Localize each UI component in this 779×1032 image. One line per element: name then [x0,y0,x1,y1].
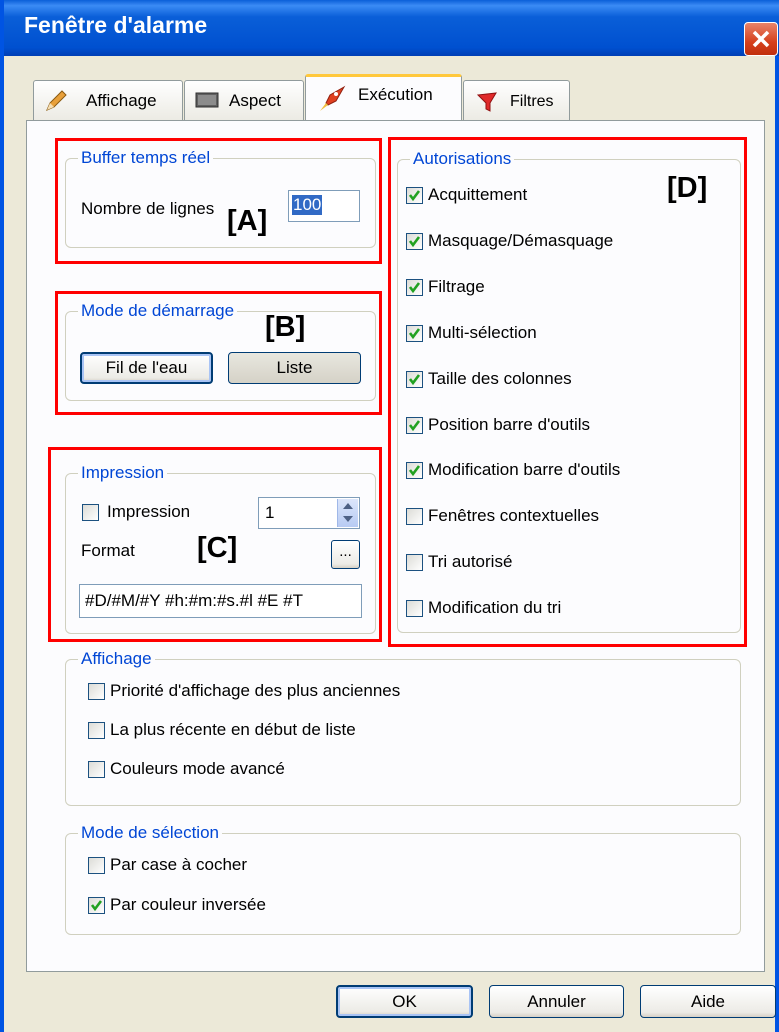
annotation-label-b: [B] [265,311,306,343]
funnel-icon [476,92,497,112]
annotation-label-d: [D] [667,172,708,204]
checkbox-label: Couleurs mode avancé [110,759,285,778]
pencil-icon [46,90,67,111]
checkbox[interactable] [88,897,105,914]
checkbox[interactable] [88,857,105,874]
annotation-label-a: [A] [227,205,268,237]
checkbox-label: Par couleur inversée [110,895,266,914]
checkbox-label: Priorité d'affichage des plus anciennes [110,681,401,700]
checkbox-label: Par case à cocher [110,855,248,874]
tab-filtres[interactable]: Filtres [463,80,570,120]
checkbox[interactable] [88,722,105,739]
close-button[interactable] [744,22,778,56]
tab-affichage-label: Affichage [86,91,157,110]
display-legend: Affichage [78,649,155,669]
alarm-window: Fenêtre d'alarme Affichage Aspect Exécut… [0,0,779,1032]
annotation-box-b [55,291,382,415]
tab-execution-label: Exécution [358,85,433,104]
cancel-button[interactable]: Annuler [489,985,624,1018]
ok-button[interactable]: OK [336,985,473,1018]
checkbox-label: La plus récente en début de liste [110,720,356,739]
rocket-icon [320,85,346,111]
monitor-icon [195,92,219,108]
ok-label: OK [392,992,417,1011]
tab-affichage[interactable]: Affichage [33,80,183,120]
tab-execution[interactable]: Exécution [305,74,462,120]
selection-group: Mode de sélection Par case à cocher Par c… [65,823,741,935]
checkbox[interactable] [88,683,105,700]
cancel-label: Annuler [527,992,586,1011]
display-group: Affichage Priorité d'affichage des plus … [65,649,741,806]
selection-legend: Mode de sélection [78,823,222,843]
tab-aspect-label: Aspect [229,91,281,110]
annotation-box-a [55,138,382,264]
help-label: Aide [690,992,726,1011]
tab-filtres-label: Filtres [510,93,554,110]
window-title: Fenêtre d'alarme [24,12,208,38]
checkmark-icon [90,900,103,912]
annotation-box-d [388,137,747,647]
checkbox[interactable] [88,761,105,778]
title-bar[interactable]: Fenêtre d'alarme [4,0,779,56]
help-button[interactable]: Aide [640,985,776,1018]
close-icon [752,30,770,48]
annotation-label-c: [C] [197,532,238,564]
tab-aspect[interactable]: Aspect [184,80,304,120]
